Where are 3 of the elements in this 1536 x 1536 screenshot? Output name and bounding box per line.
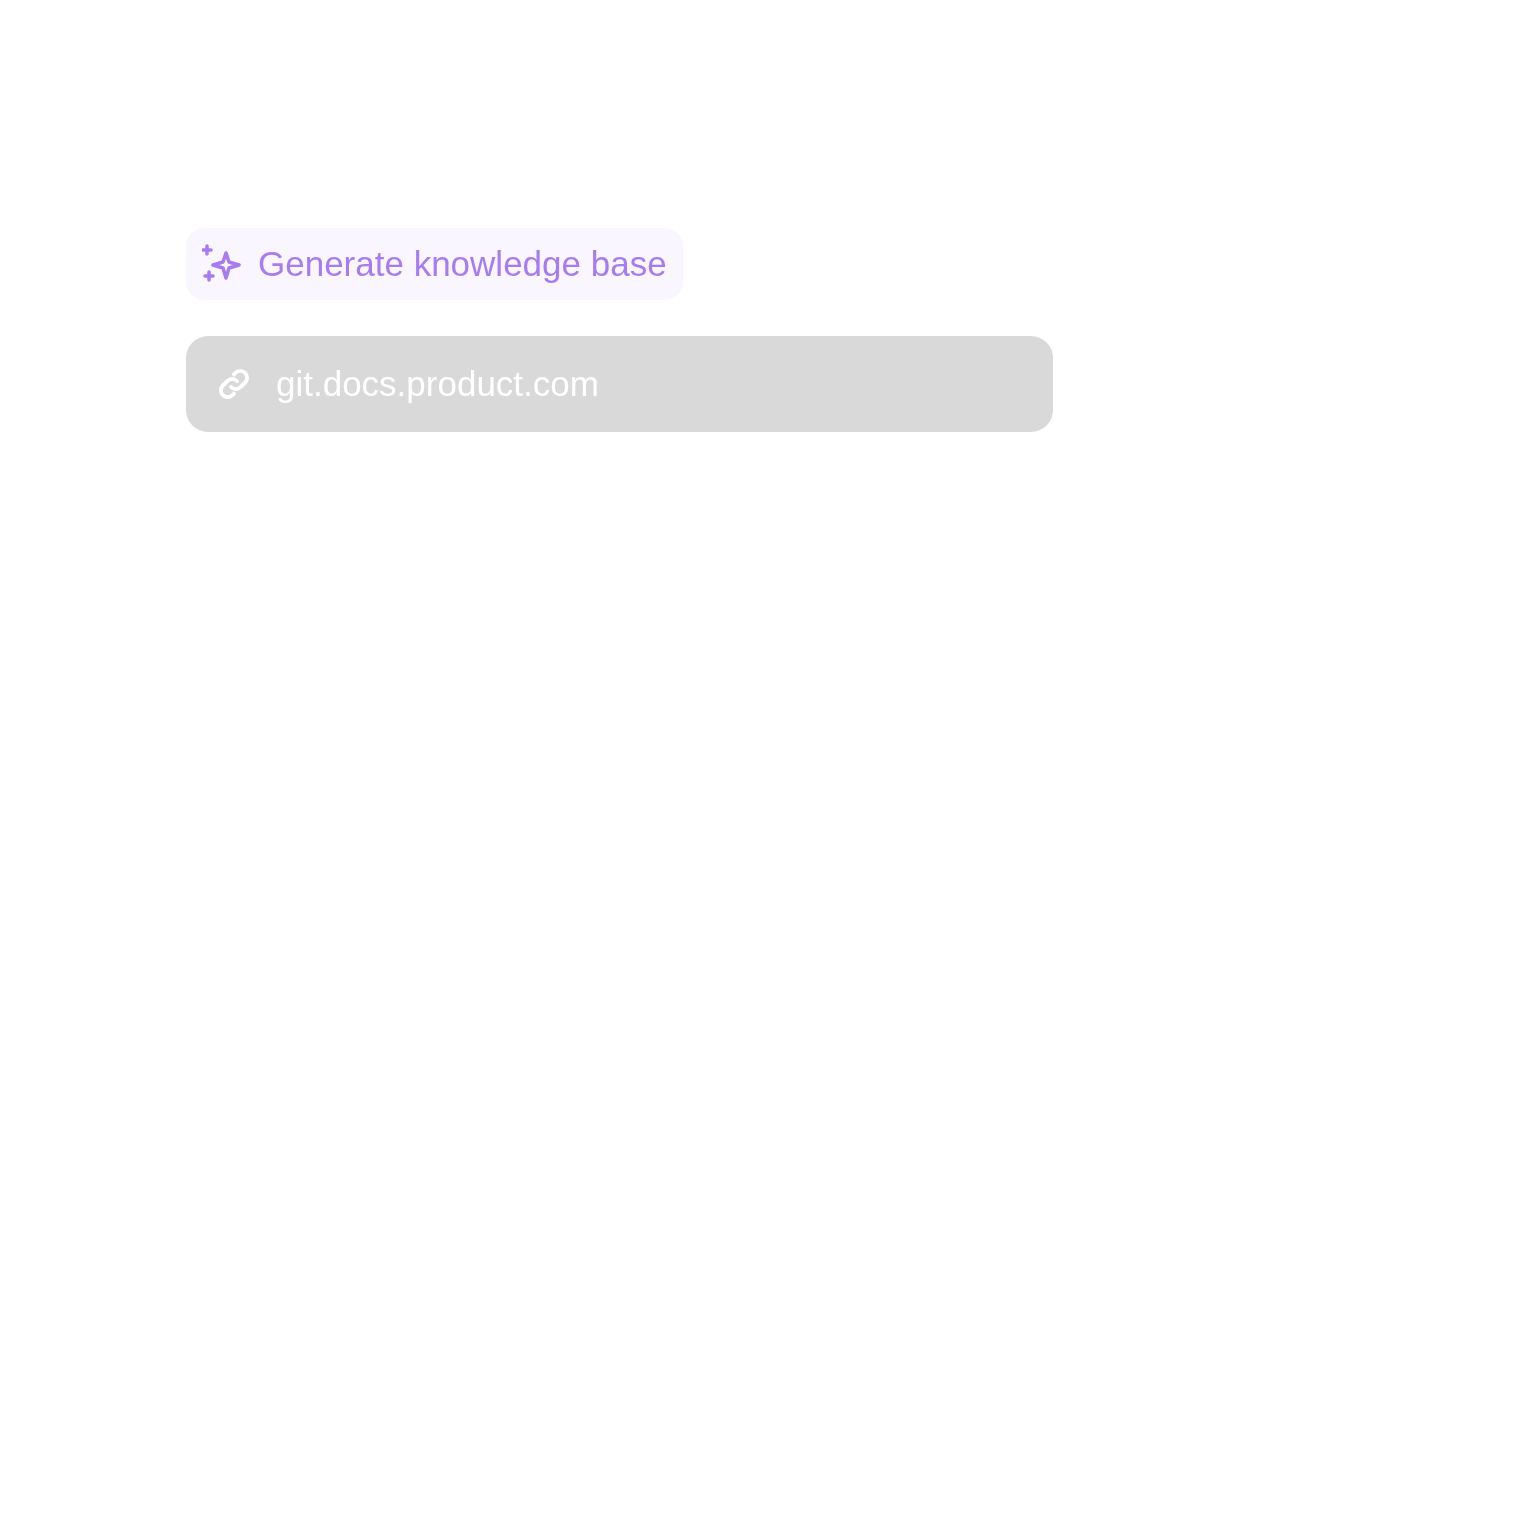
link-icon xyxy=(216,366,252,402)
generate-knowledge-base-button[interactable]: Generate knowledge base xyxy=(186,228,683,300)
sparkle-icon xyxy=(202,244,244,284)
